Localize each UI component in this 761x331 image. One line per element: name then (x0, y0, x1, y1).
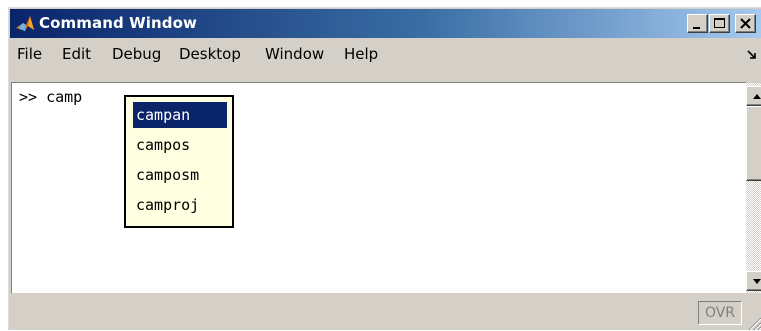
command-line[interactable]: >> camp (19, 88, 82, 106)
scroll-up-button[interactable] (746, 86, 761, 106)
ovr-indicator: OVR (698, 301, 742, 325)
completion-popup: campan campos camposm camproj (124, 95, 234, 228)
resize-grip-icon[interactable] (746, 315, 761, 331)
scroll-down-arrow-icon (753, 279, 761, 284)
maximize-button[interactable] (709, 14, 730, 33)
close-icon (740, 18, 751, 29)
menu-window[interactable]: Window (265, 45, 324, 63)
vertical-scrollbar[interactable] (746, 83, 761, 293)
completion-item[interactable]: campos (133, 132, 227, 158)
scroll-down-button[interactable] (746, 271, 761, 291)
status-bar: OVR (10, 295, 761, 331)
matlab-icon (16, 16, 34, 31)
command-prompt: >> (19, 88, 38, 106)
menu-debug[interactable]: Debug (112, 45, 161, 63)
command-window: Command Window File Edit Debug Desktop W… (8, 7, 761, 331)
command-input-text[interactable]: camp (46, 88, 82, 106)
undock-arrow-icon[interactable] (746, 49, 758, 61)
command-text-area[interactable] (11, 82, 746, 293)
menu-file[interactable]: File (17, 45, 42, 63)
menu-desktop[interactable]: Desktop (179, 45, 241, 63)
window-title: Command Window (39, 14, 197, 32)
maximize-icon (714, 18, 725, 28)
completion-item[interactable]: camposm (133, 162, 227, 188)
scrollbar-thumb[interactable] (746, 106, 761, 181)
menu-bar: File Edit Debug Desktop Window Help (10, 39, 761, 66)
completion-item-selected[interactable]: campan (133, 102, 227, 128)
scroll-up-arrow-icon (753, 94, 761, 99)
menu-edit[interactable]: Edit (62, 45, 91, 63)
menu-help[interactable]: Help (344, 45, 378, 63)
minimize-icon (693, 27, 700, 29)
title-bar[interactable]: Command Window (10, 9, 761, 38)
close-button[interactable] (735, 14, 756, 33)
minimize-button[interactable] (687, 14, 708, 33)
completion-item[interactable]: camproj (133, 192, 227, 218)
